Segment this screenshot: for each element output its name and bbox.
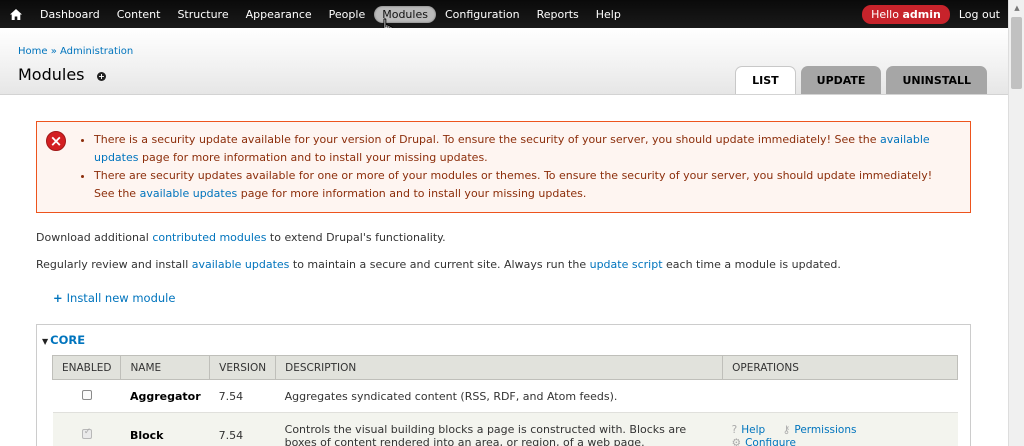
- permissions-label: Permissions: [794, 423, 857, 436]
- intro-text: to maintain a secure and current site. A…: [289, 258, 590, 271]
- breadcrumb-home[interactable]: Home: [18, 46, 48, 57]
- tab-list[interactable]: List: [735, 66, 796, 94]
- toolbar-item-appearance[interactable]: Appearance: [238, 6, 320, 23]
- configure-link[interactable]: ⚙ Configure: [732, 437, 796, 446]
- caret-down-icon: ▼: [42, 337, 49, 346]
- intro-text: to extend Drupal's functionality.: [266, 231, 446, 244]
- scrollbar-thumb[interactable]: [1011, 17, 1022, 89]
- column-header-name: Name: [120, 355, 211, 380]
- page-title: Modules: [18, 65, 85, 84]
- module-name: Aggregator: [120, 379, 210, 413]
- help-link[interactable]: ? Help: [732, 424, 766, 436]
- toolbar-item-structure[interactable]: Structure: [169, 6, 236, 23]
- toolbar-item-content[interactable]: Content: [109, 6, 169, 23]
- admin-toolbar: Dashboard Content Structure Appearance P…: [0, 0, 1008, 28]
- error-list: There is a security update available for…: [94, 131, 956, 203]
- permissions-link[interactable]: ⚷ Permissions: [783, 424, 857, 436]
- core-fieldset: ▼ CORE Enabled Name Version Description O…: [36, 324, 971, 446]
- message-text: page for more information and to install…: [237, 187, 587, 200]
- intro-text: each time a module is updated.: [662, 258, 841, 271]
- user-account-link[interactable]: Hello admin: [862, 4, 950, 24]
- enabled-cell: [52, 412, 121, 446]
- breadcrumb-separator: »: [47, 46, 61, 57]
- scroll-up-arrow-icon[interactable]: ▲: [1009, 0, 1024, 16]
- message-text: page for more information and to install…: [138, 151, 488, 164]
- toolbar-item-reports[interactable]: Reports: [529, 6, 587, 23]
- primary-tabs: List Update Uninstall: [730, 66, 987, 94]
- install-new-module-label: Install new module: [66, 291, 176, 305]
- key-icon: ⚷: [782, 423, 791, 436]
- hello-prefix: Hello: [871, 7, 903, 21]
- toolbar-item-people[interactable]: People: [321, 6, 374, 23]
- column-header-enabled: Enabled: [51, 355, 122, 380]
- home-icon[interactable]: [0, 0, 32, 28]
- enabled-cell: [52, 379, 121, 413]
- intro-text: Regularly review and install: [36, 258, 192, 271]
- error-messages: × There is a security update available f…: [36, 121, 971, 213]
- page-header: Home » Administration Modules + List Upd…: [0, 28, 1008, 95]
- column-header-version: Version: [209, 355, 277, 380]
- tab-update[interactable]: Update: [800, 66, 882, 94]
- toolbar-item-help[interactable]: Help: [588, 6, 629, 23]
- module-description: Controls the visual building blocks a pa…: [275, 412, 723, 446]
- operations-cell: [722, 379, 958, 413]
- core-fieldset-toggle[interactable]: ▼ CORE: [42, 333, 85, 347]
- contributed-modules-link[interactable]: contributed modules: [152, 231, 266, 244]
- breadcrumb: Home » Administration: [18, 46, 133, 57]
- toolbar-item-configuration[interactable]: Configuration: [437, 6, 528, 23]
- intro-updates: Regularly review and install available u…: [36, 258, 841, 271]
- operations-cell: ? Help ⚷ Permissions ⚙ Configure: [722, 412, 958, 446]
- module-name: Block: [120, 412, 210, 446]
- tab-uninstall[interactable]: Uninstall: [886, 66, 987, 94]
- intro-text: Download additional: [36, 231, 153, 244]
- logout-link[interactable]: Log out: [959, 8, 1000, 21]
- module-version: 7.54: [209, 412, 276, 446]
- update-script-link[interactable]: update script: [590, 258, 663, 271]
- table-row: Aggregator 7.54 Aggregates syndicated co…: [52, 379, 958, 413]
- available-updates-link[interactable]: available updates: [192, 258, 290, 271]
- column-header-description: Description: [275, 355, 724, 380]
- column-header-operations: Operations: [722, 355, 958, 380]
- toolbar-menu: Dashboard Content Structure Appearance P…: [0, 0, 630, 28]
- gear-icon: ⚙: [731, 436, 742, 446]
- message-text: There is a security update available for…: [94, 133, 881, 146]
- vertical-scrollbar[interactable]: ▲: [1008, 0, 1024, 446]
- table-header-row: Enabled Name Version Description Operati…: [51, 355, 958, 380]
- core-legend-label: CORE: [50, 333, 86, 347]
- install-new-module-link[interactable]: + Install new module: [53, 291, 175, 305]
- enable-checkbox-disabled: [81, 427, 92, 439]
- intro-download: Download additional contributed modules …: [36, 231, 446, 244]
- table-row: Block 7.54 Controls the visual building …: [52, 412, 958, 446]
- modules-table: Enabled Name Version Description Operati…: [51, 355, 958, 446]
- plus-icon: +: [53, 291, 63, 305]
- enable-checkbox[interactable]: [81, 389, 92, 400]
- module-description: Aggregates syndicated content (RSS, RDF,…: [275, 379, 723, 413]
- module-version: 7.54: [209, 379, 276, 413]
- configure-label: Configure: [745, 436, 796, 446]
- add-shortcut-icon[interactable]: +: [97, 72, 106, 81]
- toolbar-item-dashboard[interactable]: Dashboard: [32, 6, 108, 23]
- toolbar-user-menu: Hello admin Log out: [862, 0, 1000, 28]
- available-updates-link[interactable]: available updates: [140, 187, 238, 200]
- help-icon: ?: [731, 423, 738, 436]
- error-message: There is a security update available for…: [94, 131, 956, 167]
- breadcrumb-administration[interactable]: Administration: [60, 46, 133, 57]
- username: admin: [902, 7, 941, 21]
- error-icon: ×: [46, 131, 66, 151]
- help-label: Help: [741, 423, 766, 436]
- error-message: There are security updates available for…: [94, 167, 956, 203]
